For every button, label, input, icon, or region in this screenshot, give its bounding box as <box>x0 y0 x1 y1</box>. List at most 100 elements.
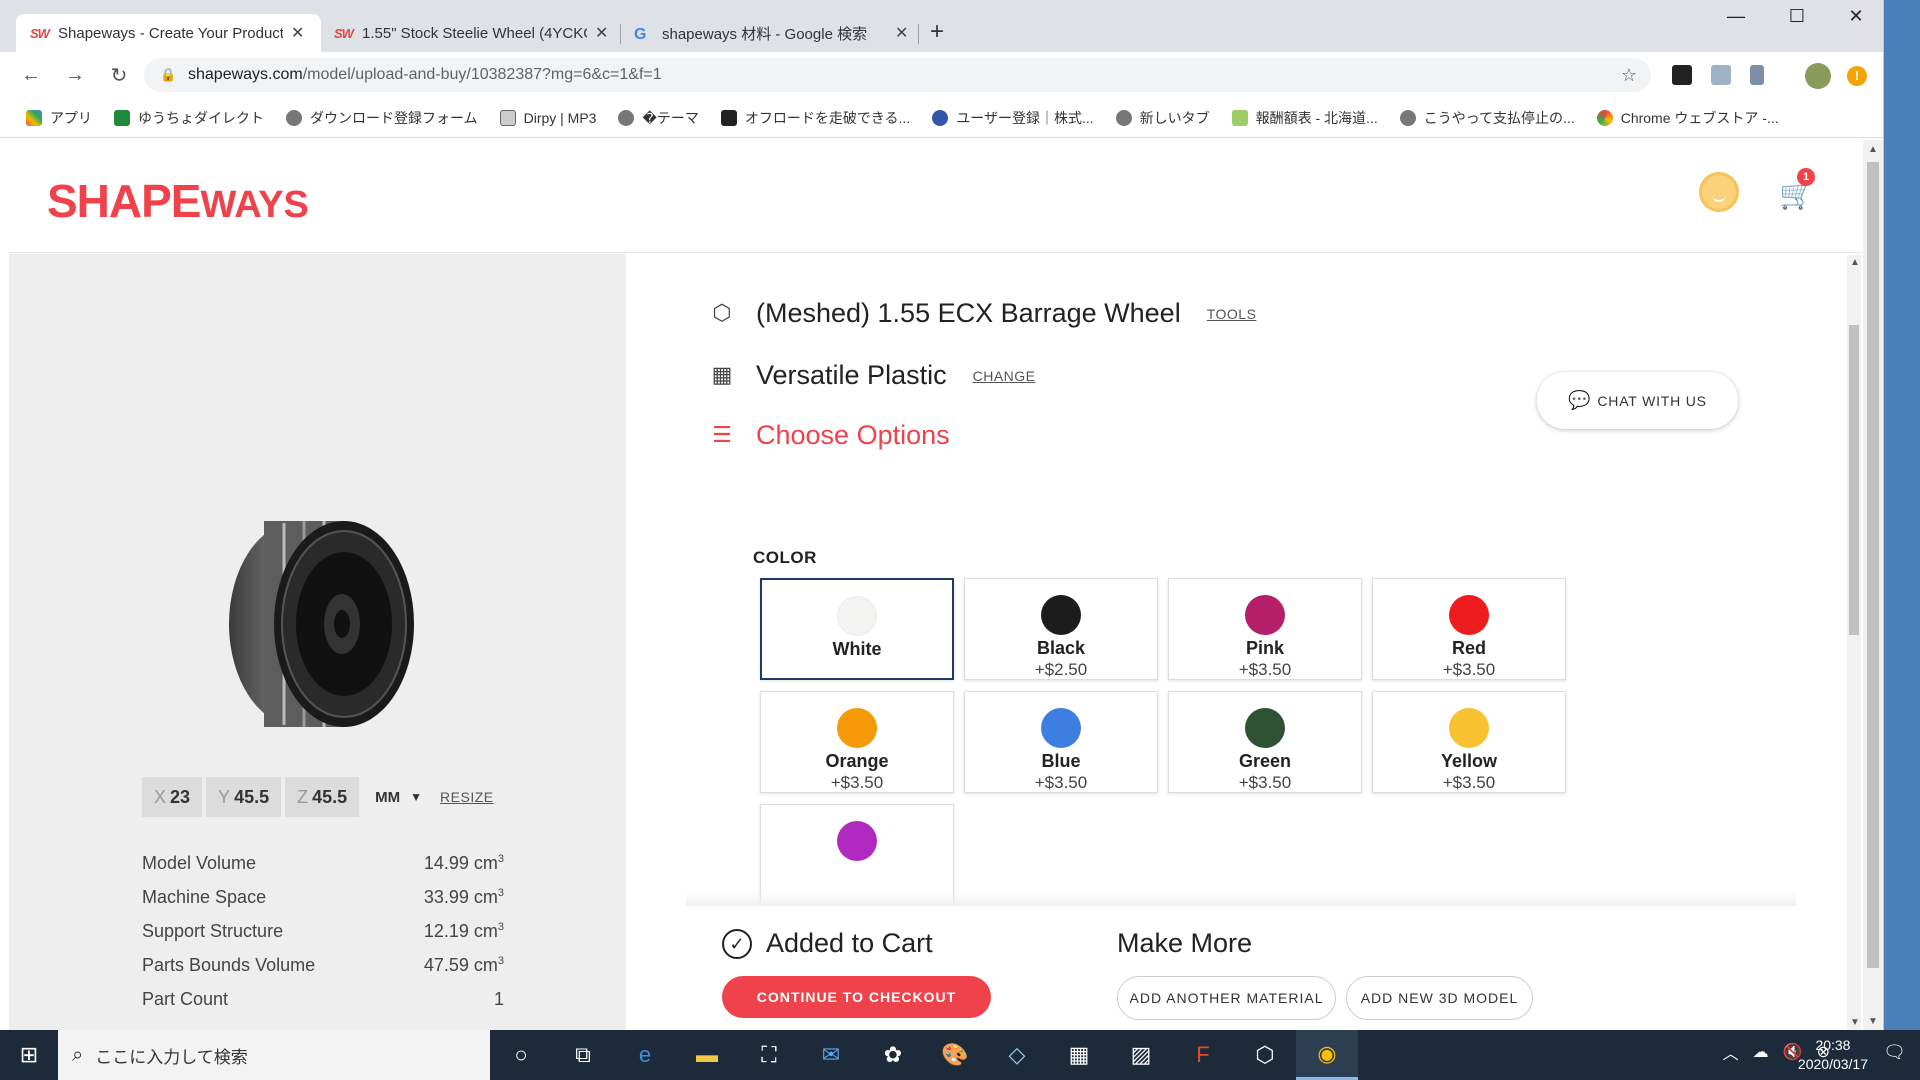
tools-link[interactable]: TOOLS <box>1207 306 1257 322</box>
color-price: +$3.50 <box>830 773 884 792</box>
paint-icon[interactable]: 🎨 <box>924 1030 986 1080</box>
scroll-down-arrow-icon[interactable]: ▼ <box>1850 1017 1860 1028</box>
bookmark-item[interactable]: ユーザー登録｜株式... <box>932 108 1094 128</box>
color-option-purple[interactable] <box>760 804 954 906</box>
chrome-icon[interactable]: ◉ <box>1296 1030 1358 1080</box>
add-new-3d-model-button[interactable]: ADD NEW 3D MODEL <box>1346 976 1533 1020</box>
profile-avatar[interactable] <box>1805 63 1831 89</box>
new-tab-icon[interactable]: + <box>930 18 944 46</box>
store-icon[interactable]: ⛶ <box>738 1030 800 1080</box>
bookmark-star-icon[interactable]: ☆ <box>1621 65 1637 86</box>
taskbar-clock[interactable]: 20:38 2020/03/17 <box>1798 1036 1868 1074</box>
google-favicon: G <box>634 26 646 43</box>
terminal-extension-icon[interactable] <box>1672 65 1692 85</box>
dimension-z[interactable]: Z 45.5 <box>285 777 360 817</box>
panel-scroll-thumb[interactable] <box>1849 325 1859 635</box>
dimension-y[interactable]: Y 45.5 <box>206 777 282 817</box>
bookmark-item[interactable]: �テーマ <box>618 108 699 128</box>
update-alert-icon[interactable]: ! <box>1847 66 1867 86</box>
forward-icon[interactable]: → <box>58 64 92 87</box>
dimension-x[interactable]: X 23 <box>142 777 203 817</box>
bookmark-item[interactable]: アプリ <box>26 108 92 128</box>
stat-value: 1 <box>494 989 504 1010</box>
color-option-yellow[interactable]: Yellow +$3.50 <box>1372 691 1566 793</box>
back-icon[interactable]: ← <box>14 64 48 87</box>
add-another-material-button[interactable]: ADD ANOTHER MATERIAL <box>1117 976 1336 1020</box>
color-option-green[interactable]: Green +$3.50 <box>1168 691 1362 793</box>
download-extension-icon[interactable] <box>1750 65 1764 85</box>
color-option-black[interactable]: Black +$2.50 <box>964 578 1158 680</box>
cast-extension-icon[interactable] <box>1711 65 1731 85</box>
color-price: +$3.50 <box>1034 773 1088 792</box>
change-material-link[interactable]: CHANGE <box>973 368 1036 384</box>
fusion-icon[interactable]: F <box>1172 1030 1234 1080</box>
choose-options-heading: Choose Options <box>756 420 950 450</box>
search-icon: ⌕ <box>72 1043 84 1066</box>
bookmark-item[interactable]: Chrome ウェブストア -... <box>1596 108 1779 128</box>
continue-to-checkout-button[interactable]: CONTINUE TO CHECKOUT <box>722 976 991 1018</box>
cloud-icon[interactable]: ☁ <box>1753 1042 1769 1062</box>
bookmark-item[interactable]: 報酬額表 - 北海道... <box>1231 108 1378 128</box>
chevron-up-icon[interactable]: ︿ <box>1723 1040 1739 1064</box>
file-explorer-icon[interactable]: ▬ <box>676 1030 738 1080</box>
notification-center-icon[interactable]: 🗨 <box>1883 1042 1906 1063</box>
mail-icon[interactable]: ✉ <box>800 1030 862 1080</box>
chat-with-us-button[interactable]: 💬 CHAT WITH US <box>1537 372 1738 429</box>
chart-app-icon[interactable]: ▨ <box>1110 1030 1172 1080</box>
tab-shapeways-create[interactable]: SW Shapeways - Create Your Product ✕ <box>16 14 321 52</box>
windows-start-icon[interactable]: ⊞ <box>0 1030 58 1080</box>
sw-icon <box>720 109 737 126</box>
bookmark-item[interactable]: ゆうちょダイレクト <box>114 108 264 128</box>
bookmark-item[interactable]: Dirpy | MP3 <box>499 109 596 126</box>
address-bar[interactable]: 🔒 shapeways.com/model/upload-and-buy/103… <box>144 58 1651 92</box>
color-option-pink[interactable]: Pink +$3.50 <box>1168 578 1362 680</box>
color-option-blue[interactable]: Blue +$3.50 <box>964 691 1158 793</box>
edge-icon[interactable]: e <box>614 1030 676 1080</box>
color-option-white[interactable]: White <box>760 578 954 680</box>
close-tab-icon[interactable]: ✕ <box>291 23 307 43</box>
3d-viewer-icon[interactable]: ⬡ <box>1234 1030 1296 1080</box>
resize-link[interactable]: RESIZE <box>440 789 494 805</box>
calculator-icon[interactable]: ▦ <box>1048 1030 1110 1080</box>
site-icon <box>932 109 949 126</box>
page-scrollbar[interactable]: ▲ ▼ <box>1863 140 1883 1030</box>
task-view-icon[interactable]: ⧉ <box>552 1030 614 1080</box>
model-viewer-panel: X 23 Y 45.5 Z 45.5 MM ▼ RESIZE Model Volume… <box>9 254 626 1030</box>
color-option-orange[interactable]: Orange +$3.50 <box>760 691 954 793</box>
maximize-icon[interactable]: ☐ <box>1774 6 1820 27</box>
model-stats: Model Volume 14.99 cm3 Machine Space 33.99… <box>142 846 504 1016</box>
taskbar-search[interactable]: ⌕ ここに入力して検索 <box>58 1030 490 1080</box>
close-tab-icon[interactable]: ✕ <box>895 23 911 43</box>
scroll-down-arrow-icon[interactable]: ▼ <box>1868 1016 1878 1027</box>
unit-dropdown-icon[interactable]: ▼ <box>410 790 422 804</box>
bookmark-item[interactable]: こうやって支払停止の... <box>1399 108 1575 128</box>
scroll-up-arrow-icon[interactable]: ▲ <box>1868 144 1878 155</box>
color-price: +$3.50 <box>1442 660 1496 679</box>
bookmark-item[interactable]: 新しいタブ <box>1115 108 1210 128</box>
bookmark-item[interactable]: オフロードを走破できる... <box>720 108 910 128</box>
bookmark-label: ユーザー登録｜株式... <box>956 109 1094 126</box>
tab-google-search[interactable]: G shapeways 材料 - Google 検索 ✕ <box>620 14 925 52</box>
wheel-3d-preview[interactable] <box>204 499 434 749</box>
bookmark-label: 報酬額表 - 北海道... <box>1255 109 1378 126</box>
scroll-up-arrow-icon[interactable]: ▲ <box>1850 257 1860 268</box>
panel-scrollbar[interactable]: ▲ ▼ <box>1847 255 1861 1030</box>
tab-strip: SW Shapeways - Create Your Product ✕ SW … <box>0 0 1883 52</box>
color-heading: COLOR <box>753 548 817 567</box>
reload-icon[interactable]: ↻ <box>102 63 136 88</box>
paint3d-icon[interactable]: ✿ <box>862 1030 924 1080</box>
user-smiley-icon[interactable] <box>1699 172 1739 212</box>
bookmark-item[interactable]: ダウンロード登録フォーム <box>286 108 478 128</box>
close-tab-icon[interactable]: ✕ <box>595 23 611 43</box>
page-scroll-thumb[interactable] <box>1867 162 1879 968</box>
material-name: Versatile Plastic <box>756 360 947 390</box>
minimize-icon[interactable]: — <box>1713 6 1759 27</box>
unit-select[interactable]: MM <box>375 789 400 806</box>
close-window-icon[interactable]: ✕ <box>1833 6 1879 27</box>
shapeways-logo[interactable]: SHAPEWAYS <box>47 174 309 228</box>
color-option-red[interactable]: Red +$3.50 <box>1372 578 1566 680</box>
cortana-icon[interactable]: ○ <box>490 1030 552 1080</box>
notes-icon[interactable]: ◇ <box>986 1030 1048 1080</box>
tab-stock-steelie[interactable]: SW 1.55" Stock Steelie Wheel (4YCKG ✕ <box>320 14 625 52</box>
axis-value: 45.5 <box>312 786 348 807</box>
